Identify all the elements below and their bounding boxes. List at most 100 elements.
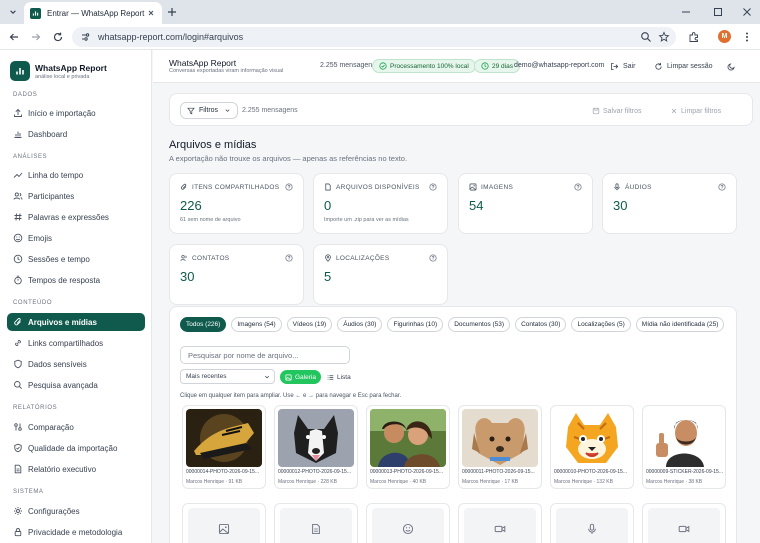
new-tab-plus-icon[interactable] <box>166 6 178 18</box>
sidebar-item-inicio[interactable]: Início e importação <box>7 104 145 122</box>
header-subtitle: Conversas exportadas viram informação vi… <box>169 68 284 74</box>
chip-localizacoes[interactable]: Localizações (5) <box>571 317 631 332</box>
link-icon <box>13 338 23 348</box>
sidebar-item-dashboard[interactable]: Dashboard <box>7 125 145 143</box>
media-thumbnail[interactable]: 00000014-PHOTO-2026-09-15... Marcos Henr… <box>182 405 266 489</box>
media-thumbnail-placeholder[interactable] <box>550 503 634 543</box>
bookmark-star-icon[interactable] <box>658 31 670 43</box>
media-meta: Marcos Henrique · 91 KB <box>186 479 243 485</box>
sidebar-item-dados-sensiveis[interactable]: Dados sensíveis <box>7 355 145 373</box>
sidebar-item-qualidade[interactable]: Qualidade da importação <box>7 439 145 457</box>
media-filename: 00000013-PHOTO-2026-09-15... <box>370 469 444 475</box>
logout-button[interactable]: Sair <box>604 59 641 74</box>
stat-value: 30 <box>613 198 628 213</box>
list-icon <box>327 374 334 381</box>
sidebar-item-linha-do-tempo[interactable]: Linha do tempo <box>7 166 145 184</box>
profile-avatar[interactable]: M <box>718 30 731 43</box>
help-icon[interactable] <box>285 183 293 191</box>
chip-midia-nao-identificada[interactable]: Mídia não identificada (25) <box>635 317 725 332</box>
media-meta: Marcos Henrique · 17 KB <box>462 479 519 485</box>
media-thumbnail[interactable]: 00000013-PHOTO-2026-09-15... Marcos Henr… <box>366 405 450 489</box>
media-thumbnail-placeholder[interactable] <box>366 503 450 543</box>
chip-audios[interactable]: Áudios (30) <box>337 317 383 332</box>
browser-toolbar: whatsapp-report.com/login#arquivos <box>0 24 760 50</box>
media-filename: 00000014-PHOTO-2026-09-15... <box>186 469 260 475</box>
brand-name: WhatsApp Report <box>35 62 107 73</box>
extensions-puzzle-icon[interactable] <box>688 31 700 43</box>
browser-tab[interactable]: Entrar — WhatsApp Report <box>24 2 162 24</box>
zoom-icon[interactable] <box>640 31 652 43</box>
back-arrow-icon[interactable] <box>8 31 20 43</box>
minimize-icon[interactable] <box>680 6 692 18</box>
media-thumbnail-placeholder[interactable] <box>274 503 358 543</box>
chip-videos[interactable]: Vídeos (19) <box>286 317 333 332</box>
save-filters-button[interactable]: Salvar filtros <box>592 107 642 115</box>
video-icon <box>678 523 690 535</box>
close-tab-icon[interactable] <box>146 8 156 18</box>
media-thumbnail[interactable]: 00000011-PHOTO-2026-09-15... Marcos Henr… <box>458 405 542 489</box>
clear-filters-button[interactable]: Limpar filtros <box>670 107 721 115</box>
sidebar-item-tempos-de-resposta[interactable]: Tempos de resposta <box>7 271 145 289</box>
chip-documentos[interactable]: Documentos (53) <box>448 317 511 332</box>
smile-icon <box>402 523 414 535</box>
gallery-view-button[interactable]: Galeria <box>280 370 321 384</box>
stat-value: 30 <box>180 269 195 284</box>
chip-contatos[interactable]: Contatos (30) <box>515 317 567 332</box>
media-thumbnail[interactable]: 00000009-STICKER-2026-09-15... Marcos He… <box>642 405 726 489</box>
clear-session-button[interactable]: Limpar sessão <box>648 59 719 74</box>
sort-select[interactable]: Mais recentes <box>180 369 275 384</box>
address-bar[interactable]: whatsapp-report.com/login#arquivos <box>72 27 676 47</box>
sidebar-item-configuracoes[interactable]: Configurações <box>7 502 145 520</box>
help-icon[interactable] <box>574 183 582 191</box>
sidebar-item-arquivos[interactable]: Arquivos e mídias <box>7 313 145 331</box>
sidebar-item-sessoes[interactable]: Sessões e tempo <box>7 250 145 268</box>
navigation-hint: Clique em qualquer item para ampliar. Us… <box>180 393 402 399</box>
brand[interactable]: WhatsApp Report análise local e privada <box>10 61 107 81</box>
media-thumbnail[interactable]: 00000012-PHOTO-2026-09-15... Marcos Henr… <box>274 405 358 489</box>
logout-icon <box>610 62 619 71</box>
filename-search-input[interactable]: Pesquisar por nome de arquivo... <box>180 346 350 364</box>
help-icon[interactable] <box>429 254 437 262</box>
sidebar-item-relatorio[interactable]: Relatório executivo <box>7 460 145 478</box>
section-label-dados: DADOS <box>13 92 38 98</box>
sidebar-item-participantes[interactable]: Participantes <box>7 187 145 205</box>
close-window-icon[interactable] <box>741 6 753 18</box>
media-thumbnail[interactable]: 00000010-PHOTO-2026-09-15... Marcos Henr… <box>550 405 634 489</box>
help-icon[interactable] <box>285 254 293 262</box>
sidebar-item-comparacao[interactable]: Comparação <box>7 418 145 436</box>
forward-arrow-icon[interactable] <box>30 31 42 43</box>
document-icon <box>310 523 322 535</box>
filtered-count: 2.255 mensagens <box>242 107 298 114</box>
sidebar-item-links[interactable]: Links compartilhados <box>7 334 145 352</box>
paperclip-icon <box>13 317 23 327</box>
chip-todos[interactable]: Todos (226) <box>180 317 227 332</box>
list-view-button[interactable]: Lista <box>322 370 356 384</box>
media-thumbnail-placeholder[interactable] <box>458 503 542 543</box>
dark-mode-toggle[interactable] <box>721 59 746 74</box>
compare-icon <box>13 422 23 432</box>
filters-button[interactable]: Filtros <box>180 102 239 119</box>
chip-figurinhas[interactable]: Figurinhas (10) <box>387 317 444 332</box>
refresh-icon <box>654 62 663 71</box>
sidebar-item-emojis[interactable]: Emojis <box>7 229 145 247</box>
paperclip-icon <box>180 183 188 191</box>
help-icon[interactable] <box>718 183 726 191</box>
stat-label: ARQUIVOS DISPONÍVEIS <box>336 183 420 191</box>
browser-menu-icon[interactable] <box>741 31 753 43</box>
tab-search-chevron-icon[interactable] <box>6 5 20 19</box>
media-filename: 00000009-STICKER-2026-09-15... <box>646 469 723 475</box>
chip-imagens[interactable]: Imagens (54) <box>231 317 282 332</box>
sidebar-item-privacidade[interactable]: Privacidade e metodologia <box>7 523 145 541</box>
sidebar-item-palavras[interactable]: Palavras e expressões <box>7 208 145 226</box>
sidebar-item-pesquisa[interactable]: Pesquisa avançada <box>7 376 145 394</box>
media-thumbnail-placeholder[interactable] <box>642 503 726 543</box>
media-thumbnail-placeholder[interactable] <box>182 503 266 543</box>
reload-icon[interactable] <box>52 31 64 43</box>
maximize-icon[interactable] <box>712 6 724 18</box>
sidebar-item-label: Palavras e expressões <box>28 212 109 222</box>
site-settings-icon[interactable] <box>80 32 90 42</box>
chevron-down-icon <box>264 374 270 380</box>
upload-icon <box>13 108 23 118</box>
help-icon[interactable] <box>429 183 437 191</box>
stat-card-contatos: CONTATOS 30 <box>169 244 304 305</box>
